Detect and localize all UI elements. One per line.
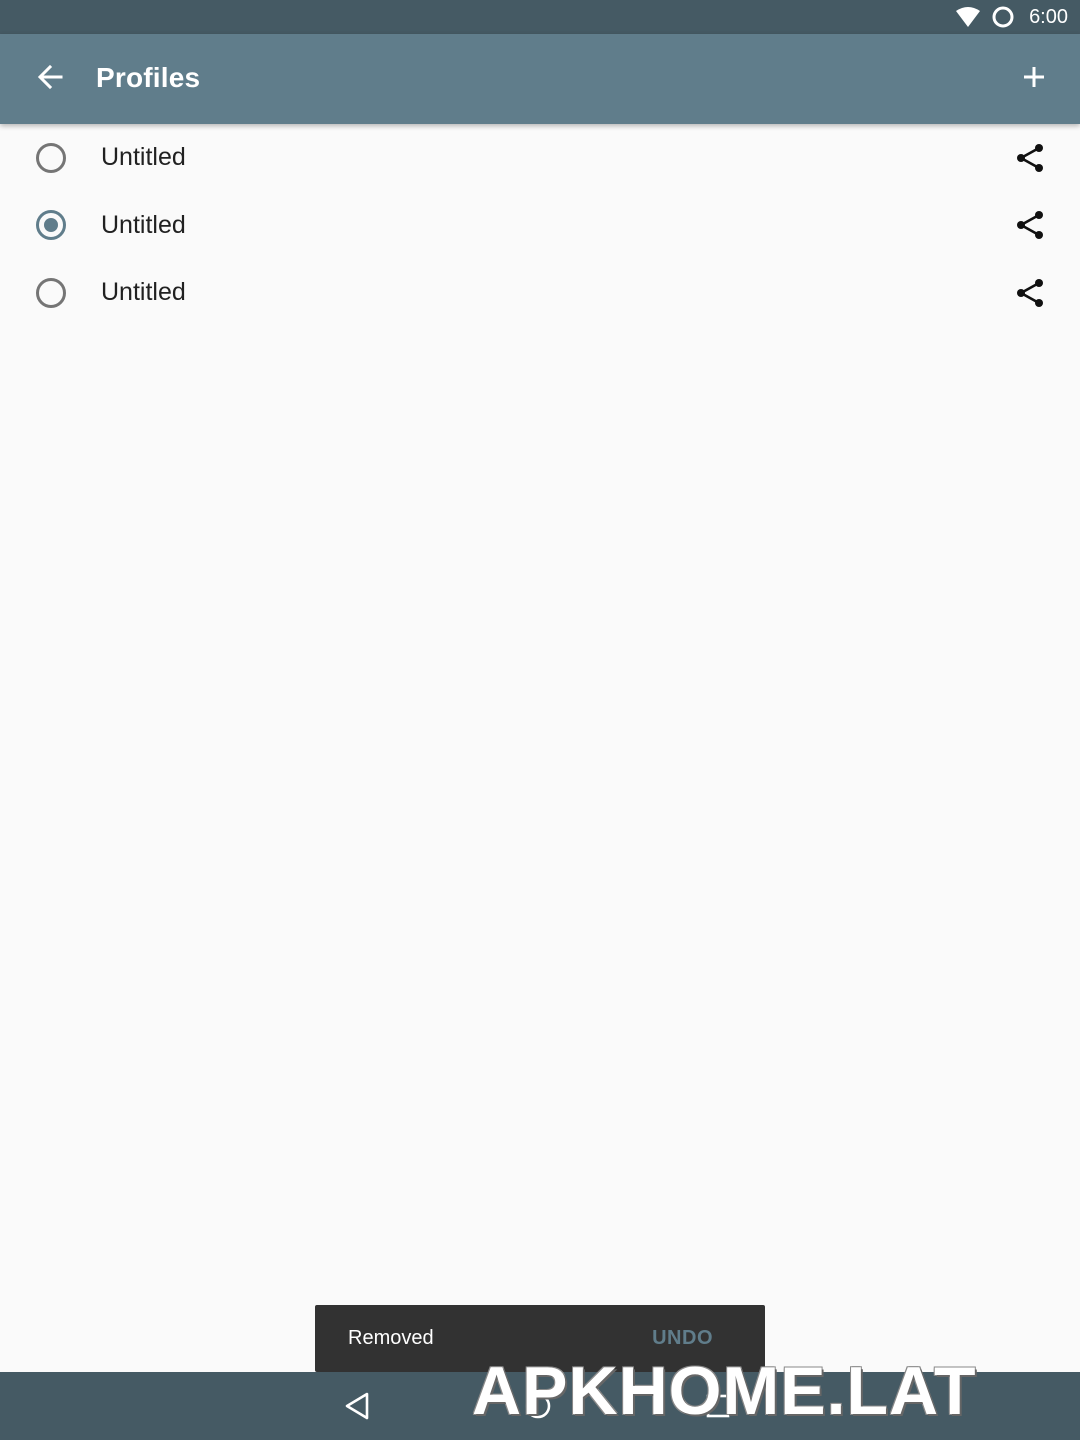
- undo-button[interactable]: UNDO: [652, 1327, 713, 1350]
- profile-radio[interactable]: [36, 142, 66, 173]
- arrow-left-icon: [36, 63, 64, 96]
- share-button[interactable]: [1010, 273, 1050, 313]
- toolbar: Profiles: [0, 34, 1080, 124]
- share-icon: [1017, 211, 1043, 240]
- profile-name: Untitled: [101, 143, 186, 172]
- profile-radio-selected[interactable]: [36, 210, 66, 241]
- navigation-bar: [0, 1372, 1080, 1440]
- profile-name: Untitled: [101, 278, 186, 307]
- profile-radio[interactable]: [36, 277, 66, 308]
- profile-list: Untitled Untitled Untitled: [0, 124, 1080, 327]
- status-bar: 6:00: [0, 0, 1080, 34]
- share-button[interactable]: [1010, 138, 1050, 178]
- plus-icon: [1021, 64, 1047, 95]
- wifi-icon: [955, 6, 981, 28]
- nav-home-button[interactable]: [516, 1384, 560, 1428]
- share-button[interactable]: [1010, 205, 1050, 245]
- profile-row[interactable]: Untitled: [0, 124, 1080, 192]
- nav-back-button[interactable]: [336, 1384, 380, 1428]
- circle-status-icon: [991, 5, 1015, 29]
- share-icon: [1017, 143, 1043, 172]
- profile-row[interactable]: Untitled: [0, 192, 1080, 260]
- snackbar: Removed UNDO: [315, 1305, 765, 1372]
- nav-recents-button[interactable]: [696, 1384, 740, 1428]
- snackbar-message: Removed: [348, 1327, 434, 1349]
- app-screen: 6:00 Profiles Untitled Untitled Untitled…: [0, 0, 1080, 1440]
- back-button[interactable]: [22, 51, 78, 107]
- add-profile-button[interactable]: [1006, 51, 1062, 107]
- nav-home-icon: [525, 1393, 551, 1419]
- page-title: Profiles: [96, 62, 201, 93]
- nav-recents-icon: [706, 1394, 730, 1418]
- nav-back-icon: [345, 1392, 369, 1420]
- share-icon: [1017, 278, 1043, 307]
- status-time: 6:00: [1029, 5, 1068, 28]
- profile-row[interactable]: Untitled: [0, 259, 1080, 327]
- profile-name: Untitled: [101, 210, 186, 239]
